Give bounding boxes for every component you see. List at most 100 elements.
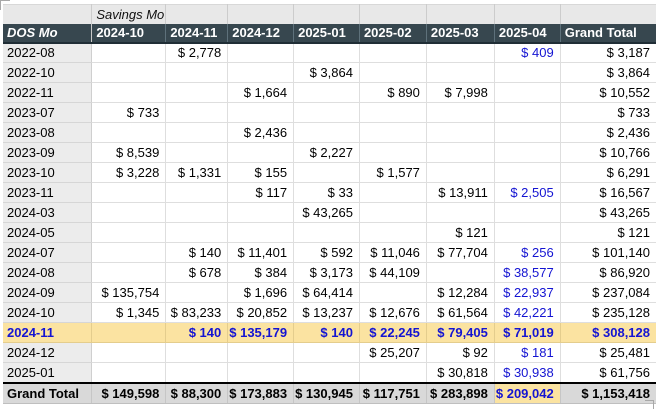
- cell-2025-01-2025-02[interactable]: [359, 363, 426, 383]
- row-label[interactable]: 2025-01: [3, 363, 92, 383]
- cell-2025-01-grand-total[interactable]: $ 61,756: [560, 363, 656, 383]
- cell-2022-08-2025-02[interactable]: [359, 43, 426, 63]
- cell-2024-11-2025-03[interactable]: $ 79,405: [426, 323, 494, 343]
- cell-2023-09-2025-01[interactable]: $ 2,227: [294, 143, 360, 163]
- cell-2024-08-2024-11[interactable]: $ 678: [166, 263, 228, 283]
- cell-2024-09-grand-total[interactable]: $ 237,084: [560, 283, 656, 303]
- cell-2024-10-2025-02[interactable]: $ 12,676: [359, 303, 426, 323]
- cell-2023-07-2024-11[interactable]: [166, 103, 228, 123]
- cell-2024-08-2025-02[interactable]: $ 44,109: [359, 263, 426, 283]
- cell-2023-08-2025-03[interactable]: [426, 123, 494, 143]
- cell-2022-10-2025-03[interactable]: [426, 63, 494, 83]
- cell-2024-07-2025-04[interactable]: $ 256: [494, 243, 560, 263]
- row-label[interactable]: 2024-12: [3, 343, 92, 363]
- cell-2024-11-grand-total[interactable]: $ 308,128: [560, 323, 656, 343]
- cell-2022-08-2025-03[interactable]: [426, 43, 494, 63]
- cell-2023-10-2024-11[interactable]: $ 1,331: [166, 163, 228, 183]
- cell-2024-03-2025-02[interactable]: [359, 203, 426, 223]
- cell-grand-total-2025-02[interactable]: $ 117,751: [359, 383, 426, 404]
- column-header-2024-12[interactable]: 2024-12: [228, 24, 294, 43]
- cell-2022-10-2024-11[interactable]: [166, 63, 228, 83]
- cell-2022-10-2024-10[interactable]: [92, 63, 166, 83]
- column-header-grand-total[interactable]: Grand Total: [560, 24, 656, 43]
- cell-2024-03-2024-12[interactable]: [228, 203, 294, 223]
- cell-2023-10-grand-total[interactable]: $ 6,291: [560, 163, 656, 183]
- row-label[interactable]: 2022-10: [3, 63, 92, 83]
- cell-2024-07-2025-01[interactable]: $ 592: [294, 243, 360, 263]
- cell-2024-12-2025-03[interactable]: $ 92: [426, 343, 494, 363]
- cell-2024-09-2024-10[interactable]: $ 135,754: [92, 283, 166, 303]
- cell-2024-08-2025-04[interactable]: $ 38,577: [494, 263, 560, 283]
- row-label[interactable]: 2024-11: [3, 323, 92, 343]
- group-row-filler-cell[interactable]: [560, 5, 656, 24]
- cell-2024-08-grand-total[interactable]: $ 86,920: [560, 263, 656, 283]
- cell-2022-11-2024-11[interactable]: [166, 83, 228, 103]
- row-label[interactable]: 2024-03: [3, 203, 92, 223]
- cell-2024-11-2024-10[interactable]: [92, 323, 166, 343]
- cell-2025-01-2025-01[interactable]: [294, 363, 360, 383]
- cell-2024-08-2025-01[interactable]: $ 3,173: [294, 263, 360, 283]
- cell-2025-01-2025-04[interactable]: $ 30,938: [494, 363, 560, 383]
- cell-2023-08-2024-12[interactable]: $ 2,436: [228, 123, 294, 143]
- cell-2022-08-grand-total[interactable]: $ 3,187: [560, 43, 656, 63]
- cell-2023-09-2024-12[interactable]: [228, 143, 294, 163]
- cell-2024-09-2024-11[interactable]: [166, 283, 228, 303]
- row-label[interactable]: 2023-08: [3, 123, 92, 143]
- cell-2022-11-2025-03[interactable]: $ 7,998: [426, 83, 494, 103]
- cell-2024-05-2025-01[interactable]: [294, 223, 360, 243]
- cell-2023-11-2024-10[interactable]: [92, 183, 166, 203]
- row-label[interactable]: 2023-10: [3, 163, 92, 183]
- cell-2023-11-2025-02[interactable]: [359, 183, 426, 203]
- column-header-2025-03[interactable]: 2025-03: [426, 24, 494, 43]
- cell-2023-10-2025-04[interactable]: [494, 163, 560, 183]
- cell-2025-01-2024-11[interactable]: [166, 363, 228, 383]
- cell-2024-10-2025-03[interactable]: $ 61,564: [426, 303, 494, 323]
- cell-2024-09-2025-01[interactable]: $ 64,414: [294, 283, 360, 303]
- cell-2024-09-2025-03[interactable]: $ 12,284: [426, 283, 494, 303]
- row-label[interactable]: 2024-09: [3, 283, 92, 303]
- cell-2024-05-2024-11[interactable]: [166, 223, 228, 243]
- cell-2024-07-2025-02[interactable]: $ 11,046: [359, 243, 426, 263]
- cell-2024-09-2025-04[interactable]: $ 22,937: [494, 283, 560, 303]
- column-header-2025-02[interactable]: 2025-02: [359, 24, 426, 43]
- group-row-filler-cell[interactable]: [294, 5, 360, 24]
- column-group-label[interactable]: Savings Mo: [92, 5, 166, 24]
- cell-2023-07-2025-02[interactable]: [359, 103, 426, 123]
- cell-2022-10-2025-02[interactable]: [359, 63, 426, 83]
- cell-2023-10-2025-03[interactable]: [426, 163, 494, 183]
- group-row-filler-cell[interactable]: [166, 5, 228, 24]
- cell-2022-11-2025-02[interactable]: $ 890: [359, 83, 426, 103]
- cell-2023-08-grand-total[interactable]: $ 2,436: [560, 123, 656, 143]
- cell-grand-total-2024-10[interactable]: $ 149,598: [92, 383, 166, 404]
- cell-2024-08-2025-03[interactable]: [426, 263, 494, 283]
- cell-2024-07-2024-11[interactable]: $ 140: [166, 243, 228, 263]
- cell-2024-05-2024-12[interactable]: [228, 223, 294, 243]
- cell-2023-10-2025-02[interactable]: $ 1,577: [359, 163, 426, 183]
- group-row-filler-cell[interactable]: [426, 5, 494, 24]
- cell-2022-08-2025-01[interactable]: [294, 43, 360, 63]
- cell-2024-10-grand-total[interactable]: $ 235,128: [560, 303, 656, 323]
- cell-2023-09-2024-10[interactable]: $ 8,539: [92, 143, 166, 163]
- cell-2024-11-2025-01[interactable]: $ 140: [294, 323, 360, 343]
- cell-2024-05-grand-total[interactable]: $ 121: [560, 223, 656, 243]
- cell-2024-03-2025-04[interactable]: [494, 203, 560, 223]
- cell-2023-09-2025-02[interactable]: [359, 143, 426, 163]
- row-label[interactable]: 2023-09: [3, 143, 92, 163]
- cell-2023-09-grand-total[interactable]: $ 10,766: [560, 143, 656, 163]
- cell-2023-07-grand-total[interactable]: $ 733: [560, 103, 656, 123]
- cell-2023-07-2025-01[interactable]: [294, 103, 360, 123]
- cell-2024-11-2024-12[interactable]: $ 135,179: [228, 323, 294, 343]
- cell-2024-10-2024-12[interactable]: $ 20,852: [228, 303, 294, 323]
- cell-grand-total-2025-03[interactable]: $ 283,898: [426, 383, 494, 404]
- column-header-2024-11[interactable]: 2024-11: [166, 24, 228, 43]
- cell-2022-11-grand-total[interactable]: $ 10,552: [560, 83, 656, 103]
- cell-2023-10-2024-12[interactable]: $ 155: [228, 163, 294, 183]
- cell-2022-08-2024-11[interactable]: $ 2,778: [166, 43, 228, 63]
- cell-2024-12-grand-total[interactable]: $ 25,481: [560, 343, 656, 363]
- cell-grand-total-2024-12[interactable]: $ 173,883: [228, 383, 294, 404]
- cell-grand-total-2024-11[interactable]: $ 88,300: [166, 383, 228, 404]
- cell-grand-total-2025-01[interactable]: $ 130,945: [294, 383, 360, 404]
- row-label[interactable]: 2024-08: [3, 263, 92, 283]
- cell-2024-12-2025-02[interactable]: $ 25,207: [359, 343, 426, 363]
- cell-2024-12-2024-10[interactable]: [92, 343, 166, 363]
